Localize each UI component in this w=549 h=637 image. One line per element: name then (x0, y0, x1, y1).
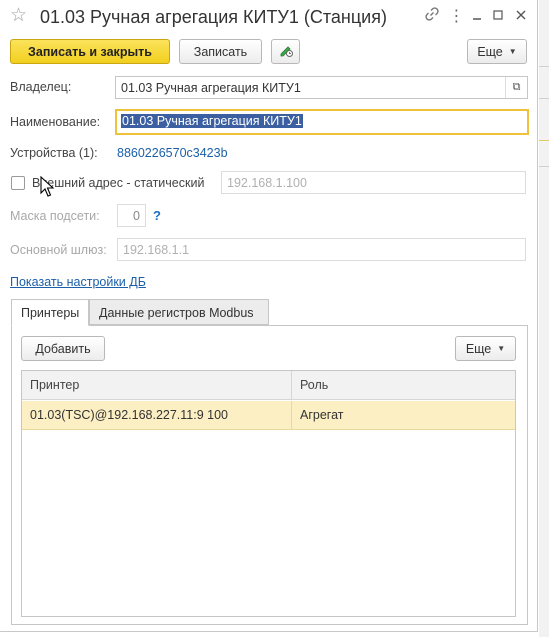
table-more-label: Еще (465, 341, 492, 356)
title-bar: ☆ 01.03 Ручная агрегация КИТУ1 (Станция)… (0, 0, 538, 34)
devices-label: Устройства (1): (10, 146, 98, 160)
more-actions-label: Еще (477, 44, 503, 59)
save-and-close-button[interactable]: Записать и закрыть (10, 39, 170, 64)
star-icon[interactable]: ☆ (10, 6, 27, 26)
column-role[interactable]: Роль (300, 378, 328, 392)
cell-printer: 01.03(TSC)@192.168.227.11:9 100 (30, 408, 229, 422)
table-more-button[interactable]: Еще ▼ (455, 336, 516, 361)
static-address-input[interactable]: 192.168.1.100 (221, 171, 526, 194)
static-address-checkbox[interactable] (11, 176, 25, 190)
tab-modbus-registers[interactable]: Данные регистров Modbus (89, 299, 269, 325)
column-printer[interactable]: Принтер (30, 378, 79, 392)
minimize-icon[interactable] (466, 6, 488, 28)
close-icon[interactable] (510, 6, 532, 28)
open-icon[interactable]: ⧉ (505, 77, 527, 98)
name-input[interactable]: 01.03 Ручная агрегация КИТУ1 (115, 109, 529, 135)
cell-role: Агрегат (300, 408, 344, 422)
tab-printers[interactable]: Принтеры (11, 299, 89, 326)
more-actions-button[interactable]: Еще ▼ (467, 39, 527, 64)
subnet-mask-input[interactable]: 0 (117, 204, 146, 227)
show-db-settings-link[interactable]: Показать настройки ДБ (10, 275, 146, 289)
table-row[interactable]: 01.03(TSC)@192.168.227.11:9 100 Агрегат (22, 401, 515, 430)
device-link[interactable]: 8860226570c3423b (117, 146, 228, 160)
help-icon[interactable]: ? (153, 208, 161, 223)
printers-table[interactable]: Принтер Роль 01.03(TSC)@192.168.227.11:9… (21, 370, 516, 617)
link-icon[interactable] (421, 6, 443, 28)
window-title: 01.03 Ручная агрегация КИТУ1 (Станция) (40, 7, 387, 27)
owner-value: 01.03 Ручная агрегация КИТУ1 (121, 81, 301, 95)
gateway-label: Основной шлюз: (10, 243, 107, 257)
more-icon[interactable]: ⋮ (445, 6, 467, 28)
subnet-mask-label: Маска подсети: (10, 209, 100, 223)
name-label: Наименование: (10, 115, 101, 129)
owner-field[interactable]: 01.03 Ручная агрегация КИТУ1 ⧉ (115, 76, 528, 99)
save-button[interactable]: Записать (179, 39, 262, 64)
gateway-input[interactable]: 192.168.1.1 (117, 238, 526, 261)
maximize-icon[interactable] (487, 6, 509, 28)
table-header: Принтер Роль (22, 371, 515, 400)
background-window-edge (539, 0, 549, 637)
name-value: 01.03 Ручная агрегация КИТУ1 (121, 114, 303, 128)
edit-history-button[interactable] (271, 39, 300, 64)
pencil-clock-icon (278, 42, 294, 61)
add-button[interactable]: Добавить (21, 336, 105, 361)
station-form-window: ☆ 01.03 Ручная агрегация КИТУ1 (Станция)… (0, 0, 538, 632)
chevron-down-icon: ▼ (497, 344, 506, 353)
owner-label: Владелец: (10, 80, 72, 94)
mouse-cursor-icon (40, 176, 54, 197)
chevron-down-icon: ▼ (508, 47, 517, 56)
static-address-label[interactable]: Внешний адрес - статический (32, 176, 204, 190)
